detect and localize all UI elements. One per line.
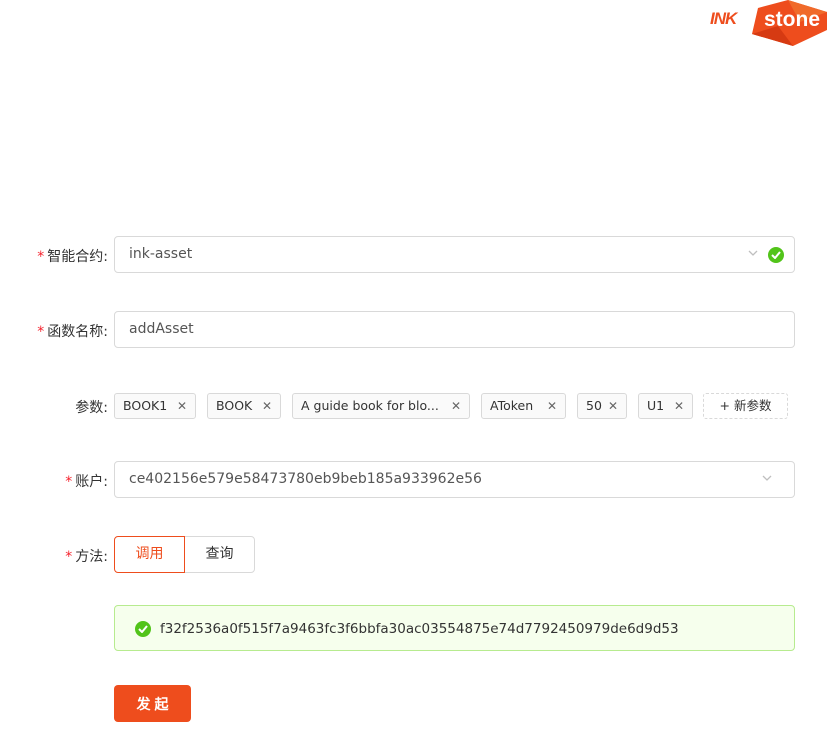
function-label: * 函数名称: [37,324,108,340]
logo-prefix: INK [710,9,737,28]
params-label: 参数: [75,400,108,416]
contract-select[interactable]: ink-asset [114,236,795,273]
close-icon[interactable]: ✕ [547,394,557,418]
method-query-button[interactable]: 查询 [184,536,255,573]
method-invoke-button[interactable]: 调用 [114,536,185,573]
param-tag[interactable]: U1 ✕ [638,393,693,419]
inkstone-logo: INK stone [706,0,827,46]
close-icon[interactable]: ✕ [608,394,618,418]
close-icon[interactable]: ✕ [262,394,272,418]
account-select-value: ce402156e579e58473780eb9beb185a933962e56 [129,471,482,487]
param-tag[interactable]: AToken ✕ [481,393,566,419]
account-select[interactable]: ce402156e579e58473780eb9beb185a933962e56 [114,461,795,498]
function-name-input[interactable]: addAsset [114,311,795,348]
contract-select-value: ink-asset [129,246,193,262]
check-circle-icon [768,247,784,263]
close-icon[interactable]: ✕ [674,394,684,418]
add-param-button[interactable]: + 新参数 [703,393,788,419]
close-icon[interactable]: ✕ [451,394,461,418]
param-tag[interactable]: BOOK ✕ [207,393,281,419]
result-hash: f32f2536a0f515f7a9463fc3f6bbfa30ac035548… [160,621,679,637]
close-icon[interactable]: ✕ [177,394,187,418]
chevron-down-icon [762,475,772,481]
contract-label: * 智能合约: [37,249,108,265]
param-tag[interactable]: A guide book for blo... ✕ [292,393,470,419]
result-alert: f32f2536a0f515f7a9463fc3f6bbfa30ac035548… [114,605,795,651]
chevron-down-icon [748,250,758,256]
check-circle-icon [135,621,151,637]
logo-suffix: stone [764,8,821,31]
param-tag[interactable]: BOOK1 ✕ [114,393,196,419]
account-label: * 账户: [65,474,108,490]
required-mark: * [65,474,73,490]
param-tag[interactable]: 50 ✕ [577,393,627,419]
function-name-value: addAsset [129,321,194,337]
required-mark: * [65,549,73,565]
submit-button[interactable]: 发起 [114,685,191,722]
required-mark: * [37,324,45,340]
method-label: * 方法: [65,549,108,565]
required-mark: * [37,249,45,265]
